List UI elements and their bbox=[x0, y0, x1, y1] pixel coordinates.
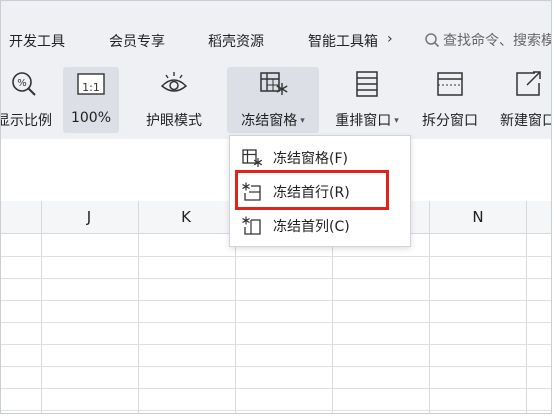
grid-line bbox=[429, 201, 430, 413]
column-header-k[interactable]: K bbox=[176, 208, 196, 226]
column-header-j[interactable]: J bbox=[79, 208, 99, 226]
grid-line bbox=[1, 322, 551, 323]
grid-line bbox=[1, 344, 551, 345]
zoom-ratio-button[interactable]: % 显示比例 bbox=[0, 67, 52, 133]
svg-text:%: % bbox=[17, 78, 27, 89]
zoom-percent-icon: % bbox=[12, 72, 36, 96]
menu-item-freeze-first-column[interactable]: 冻结首列(C) bbox=[230, 209, 410, 243]
arrange-windows-button[interactable]: 重排窗口 ▾ bbox=[327, 67, 407, 133]
arrange-windows-label: 重排窗口 ▾ bbox=[335, 113, 399, 129]
menu-bar: 开发工具 会员专享 稻壳资源 智能工具箱 › 查找命令、搜索模板 bbox=[1, 1, 551, 59]
grid-line bbox=[41, 201, 42, 413]
freeze-panes-label: 冻结窗格 ▾ bbox=[241, 113, 305, 129]
split-window-label: 拆分窗口 bbox=[422, 113, 478, 129]
tab-member-exclusive[interactable]: 会员专享 bbox=[109, 31, 165, 51]
new-window-label: 新建窗口 bbox=[500, 113, 552, 129]
ribbon-toolbar: % 显示比例 1:1 100% 护眼模式 冻结窗格 ▾ 重排窗口 ▾ 拆分窗口 … bbox=[0, 59, 552, 139]
arrange-windows-icon bbox=[356, 71, 378, 97]
command-search[interactable]: 查找命令、搜索模板 bbox=[424, 29, 551, 51]
tab-smart-toolbox[interactable]: 智能工具箱 bbox=[308, 31, 384, 51]
grid-line bbox=[526, 201, 527, 413]
menu-item-freeze-panes[interactable]: 冻结窗格(F) bbox=[230, 141, 410, 175]
menu-item-label: 冻结首列(C) bbox=[273, 219, 350, 235]
grid-line bbox=[1, 366, 551, 367]
dropdown-caret-icon: ▾ bbox=[300, 116, 305, 126]
app-window: 开发工具 会员专享 稻壳资源 智能工具箱 › 查找命令、搜索模板 % 显示比例 bbox=[0, 0, 552, 414]
freeze-panes-button[interactable]: 冻结窗格 ▾ bbox=[227, 67, 319, 133]
split-window-icon bbox=[437, 72, 463, 96]
zoom-ratio-label: 显示比例 bbox=[0, 113, 52, 129]
freeze-panes-small-icon bbox=[242, 149, 263, 167]
menu-item-label: 冻结首行(R) bbox=[273, 185, 350, 201]
grid-line bbox=[1, 300, 551, 301]
eye-protection-button[interactable]: 护眼模式 bbox=[137, 67, 211, 133]
more-tabs-arrow-icon[interactable]: › bbox=[387, 31, 393, 47]
menu-item-label: 冻结窗格(F) bbox=[273, 151, 348, 167]
new-window-icon bbox=[516, 71, 541, 96]
zoom-100-label: 100% bbox=[70, 110, 112, 126]
eye-icon bbox=[160, 72, 188, 92]
freeze-panes-dropdown: 冻结窗格(F) 冻结首行(R) 冻结首列(C) bbox=[229, 135, 411, 247]
grid-line bbox=[1, 256, 551, 257]
tab-docer-resources[interactable]: 稻壳资源 bbox=[208, 31, 264, 51]
split-window-button[interactable]: 拆分窗口 bbox=[415, 67, 485, 133]
grid-line bbox=[138, 201, 139, 413]
new-window-button[interactable]: 新建窗口 bbox=[495, 67, 552, 133]
tab-developer-tools[interactable]: 开发工具 bbox=[9, 31, 65, 51]
menu-item-freeze-top-row[interactable]: 冻结首行(R) bbox=[230, 175, 410, 209]
grid-line bbox=[1, 388, 551, 389]
eye-protection-label: 护眼模式 bbox=[146, 113, 202, 129]
freeze-top-row-icon bbox=[242, 182, 261, 201]
column-header-n[interactable]: N bbox=[468, 208, 488, 226]
freeze-panes-icon bbox=[260, 72, 288, 95]
dropdown-caret-icon: ▾ bbox=[394, 116, 399, 126]
zoom-100-button[interactable]: 1:1 100% bbox=[63, 67, 119, 133]
search-icon bbox=[425, 33, 440, 48]
grid-line bbox=[1, 410, 551, 411]
search-placeholder: 查找命令、搜索模板 bbox=[443, 33, 551, 49]
freeze-first-column-icon bbox=[242, 216, 261, 235]
grid-line bbox=[1, 278, 551, 279]
one-to-one-text: 1:1 bbox=[82, 81, 100, 94]
